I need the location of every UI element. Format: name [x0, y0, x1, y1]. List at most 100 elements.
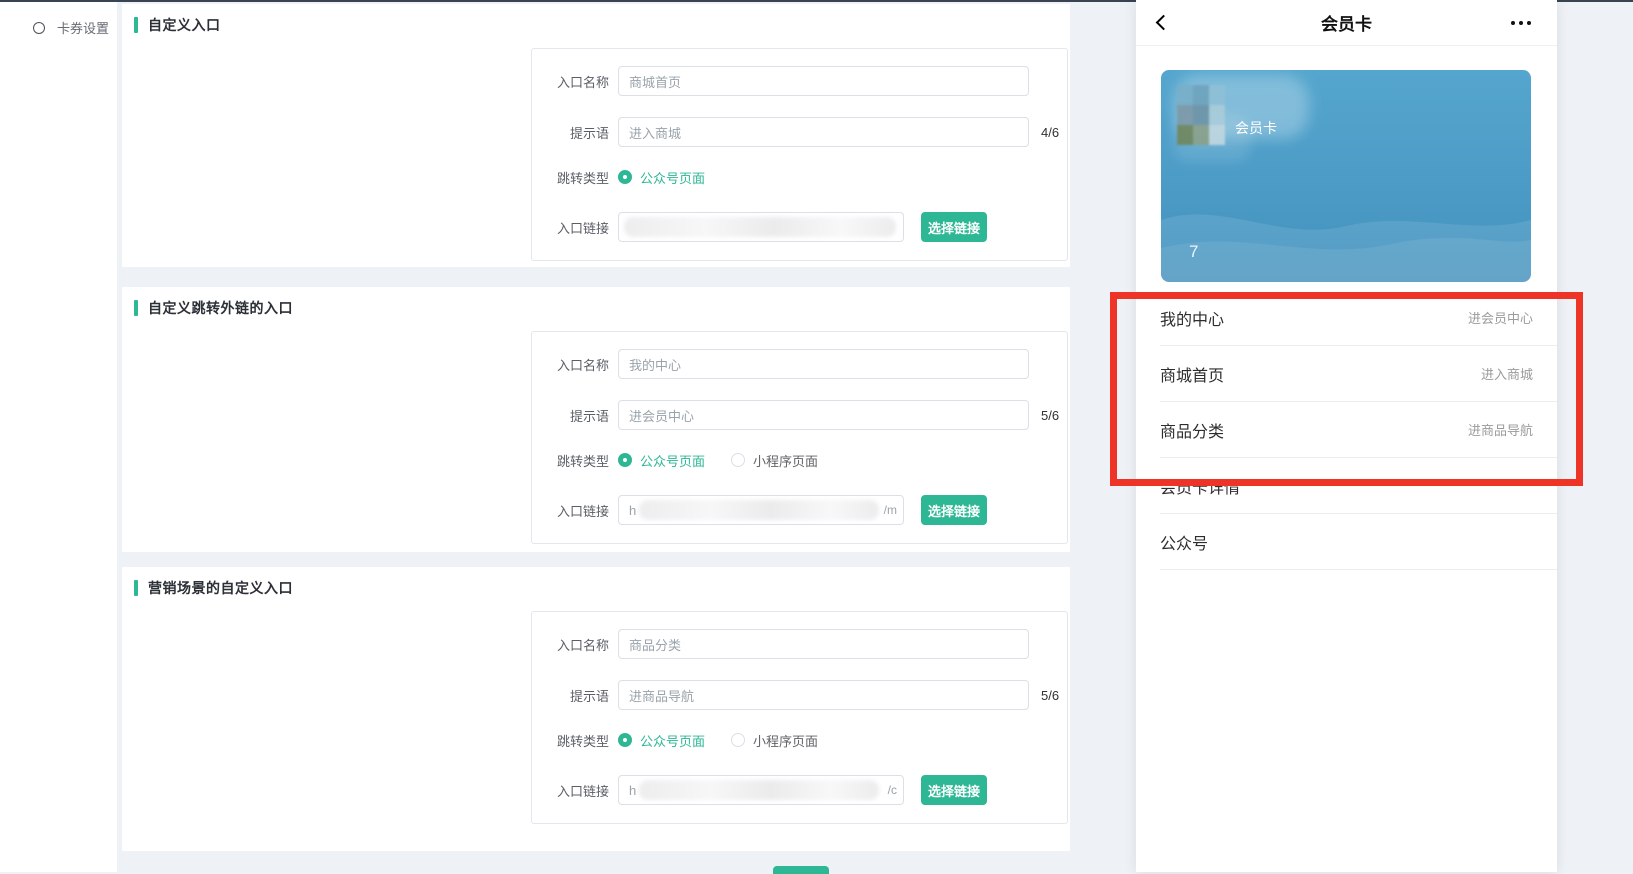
- char-counter: 5/6: [1041, 688, 1059, 703]
- section-header: 营销场景的自定义入口: [122, 579, 1070, 597]
- entry-link-input[interactable]: h /m: [618, 495, 904, 525]
- sidebar: 卡券设置: [0, 2, 117, 872]
- card-menu-list: 我的中心 进会员中心 商城首页 进入商城 商品分类 进商品导航 会员卡详情 公众…: [1136, 290, 1557, 570]
- tip-row: 提示语 进入商城 4/6: [532, 117, 1067, 147]
- menu-item-label: 公众号: [1160, 530, 1208, 554]
- link-suffix: /c: [888, 783, 897, 797]
- entry-name-row: 入口名称 商品分类: [532, 629, 1067, 659]
- entry-link-row: 入口链接 选择链接: [532, 212, 1067, 242]
- blurred-url: [639, 500, 879, 520]
- entry-link-label: 入口链接: [532, 501, 609, 520]
- entry-name-value: 我的中心: [629, 355, 681, 374]
- phone-preview: 会员卡 会员卡 7 我的中心 进会员中心 商城首页 进入商城 商品分类 进商品导…: [1136, 0, 1557, 872]
- tip-input[interactable]: 进商品导航: [618, 680, 1029, 710]
- jump-type-label: 跳转类型: [532, 451, 609, 470]
- menu-item[interactable]: 我的中心 进会员中心: [1160, 290, 1557, 346]
- menu-item-hint: 进商品导航: [1468, 420, 1533, 439]
- jump-type-label: 跳转类型: [532, 168, 609, 187]
- sidebar-item-card-coupon-settings[interactable]: 卡券设置: [0, 2, 117, 37]
- ellipsis-icon[interactable]: [1507, 0, 1531, 46]
- jump-type-option-label: 小程序页面: [753, 451, 818, 470]
- preview-title: 会员卡: [1321, 10, 1372, 35]
- menu-item[interactable]: 公众号: [1160, 514, 1557, 570]
- char-counter: 4/6: [1041, 125, 1059, 140]
- form-column: 自定义入口 入口名称 商城首页 提示语 进入商城 4/6 跳转类型 公众号页面: [122, 4, 1070, 851]
- menu-item-label: 会员卡详情: [1160, 474, 1240, 498]
- choose-link-button[interactable]: 选择链接: [921, 775, 987, 805]
- entry-link-row: 入口链接 h /m 选择链接: [532, 495, 1067, 525]
- section-title: 营销场景的自定义入口: [148, 578, 293, 598]
- entry-name-label: 入口名称: [532, 635, 609, 654]
- preview-header: 会员卡: [1136, 0, 1557, 46]
- radio-unselected-icon[interactable]: [731, 733, 745, 747]
- save-button-partial[interactable]: [773, 866, 829, 874]
- section-accent-bar: [134, 580, 138, 596]
- membership-card: 会员卡 7: [1161, 70, 1531, 282]
- link-suffix: /m: [884, 503, 897, 517]
- entry-name-input[interactable]: 商品分类: [618, 629, 1029, 659]
- menu-item-hint: 进入商城: [1481, 364, 1533, 383]
- choose-link-button[interactable]: 选择链接: [921, 212, 987, 242]
- form-section: 自定义入口 入口名称 商城首页 提示语 进入商城 4/6 跳转类型 公众号页面: [122, 4, 1070, 267]
- section-header: 自定义跳转外链的入口: [122, 299, 1070, 317]
- link-prefix: h: [629, 783, 636, 798]
- menu-item-label: 商品分类: [1160, 418, 1224, 442]
- section-title: 自定义入口: [148, 15, 221, 35]
- section-title: 自定义跳转外链的入口: [148, 298, 293, 318]
- tip-row: 提示语 进商品导航 5/6: [532, 680, 1067, 710]
- jump-type-options: 公众号页面: [618, 168, 731, 187]
- menu-item[interactable]: 商品分类 进商品导航: [1160, 402, 1557, 458]
- form-section: 营销场景的自定义入口 入口名称 商品分类 提示语 进商品导航 5/6 跳转类型 …: [122, 567, 1070, 851]
- tip-value: 进入商城: [629, 123, 681, 142]
- tip-value: 进会员中心: [629, 406, 694, 425]
- tip-value: 进商品导航: [629, 686, 694, 705]
- entry-form-panel: 入口名称 我的中心 提示语 进会员中心 5/6 跳转类型 公众号页面小程序页面 …: [531, 331, 1068, 544]
- radio-selected-icon[interactable]: [618, 453, 632, 467]
- entry-name-label: 入口名称: [532, 72, 609, 91]
- entry-name-row: 入口名称 我的中心: [532, 349, 1067, 379]
- menu-item-hint: 进会员中心: [1468, 308, 1533, 327]
- menu-item[interactable]: 商城首页 进入商城: [1160, 346, 1557, 402]
- entry-form-panel: 入口名称 商城首页 提示语 进入商城 4/6 跳转类型 公众号页面 入口链接: [531, 48, 1068, 261]
- sidebar-item-label: 卡券设置: [57, 18, 109, 37]
- radio-selected-icon[interactable]: [618, 170, 632, 184]
- menu-item-label: 我的中心: [1160, 306, 1224, 330]
- jump-type-option-label: 小程序页面: [753, 731, 818, 750]
- tip-input[interactable]: 进入商城: [618, 117, 1029, 147]
- jump-type-option-label: 公众号页面: [640, 168, 705, 187]
- radio-selected-icon[interactable]: [618, 733, 632, 747]
- entry-link-input[interactable]: h /c: [618, 775, 904, 805]
- form-section: 自定义跳转外链的入口 入口名称 我的中心 提示语 进会员中心 5/6 跳转类型 …: [122, 287, 1070, 552]
- jump-type-row: 跳转类型 公众号页面: [532, 168, 1067, 186]
- menu-item[interactable]: 会员卡详情: [1160, 458, 1557, 514]
- tip-label: 提示语: [532, 686, 609, 705]
- tip-input[interactable]: 进会员中心: [618, 400, 1029, 430]
- jump-type-option-label: 公众号页面: [640, 451, 705, 470]
- jump-type-row: 跳转类型 公众号页面 小程序页面: [532, 451, 1067, 469]
- jump-type-option-label: 公众号页面: [640, 731, 705, 750]
- choose-link-button[interactable]: 选择链接: [921, 495, 987, 525]
- jump-type-option[interactable]: 公众号页面: [618, 451, 705, 470]
- pixelated-logo: [1177, 85, 1225, 145]
- jump-type-options: 公众号页面 小程序页面: [618, 731, 844, 750]
- tip-label: 提示语: [532, 406, 609, 425]
- jump-type-option[interactable]: 公众号页面: [618, 168, 705, 187]
- tip-row: 提示语 进会员中心 5/6: [532, 400, 1067, 430]
- jump-type-label: 跳转类型: [532, 731, 609, 750]
- entry-name-input[interactable]: 商城首页: [618, 66, 1029, 96]
- jump-type-option[interactable]: 小程序页面: [731, 451, 818, 470]
- entry-link-input[interactable]: [618, 212, 904, 242]
- entry-name-input[interactable]: 我的中心: [618, 349, 1029, 379]
- chevron-left-icon[interactable]: [1156, 15, 1172, 31]
- entry-link-label: 入口链接: [532, 218, 609, 237]
- entry-name-value: 商品分类: [629, 635, 681, 654]
- link-prefix: h: [629, 503, 636, 518]
- jump-type-row: 跳转类型 公众号页面 小程序页面: [532, 731, 1067, 749]
- jump-type-option[interactable]: 公众号页面: [618, 731, 705, 750]
- section-accent-bar: [134, 300, 138, 316]
- radio-unselected-icon[interactable]: [731, 453, 745, 467]
- entry-link-row: 入口链接 h /c 选择链接: [532, 775, 1067, 805]
- section-accent-bar: [134, 17, 138, 33]
- jump-type-option[interactable]: 小程序页面: [731, 731, 818, 750]
- blurred-url: [624, 217, 896, 237]
